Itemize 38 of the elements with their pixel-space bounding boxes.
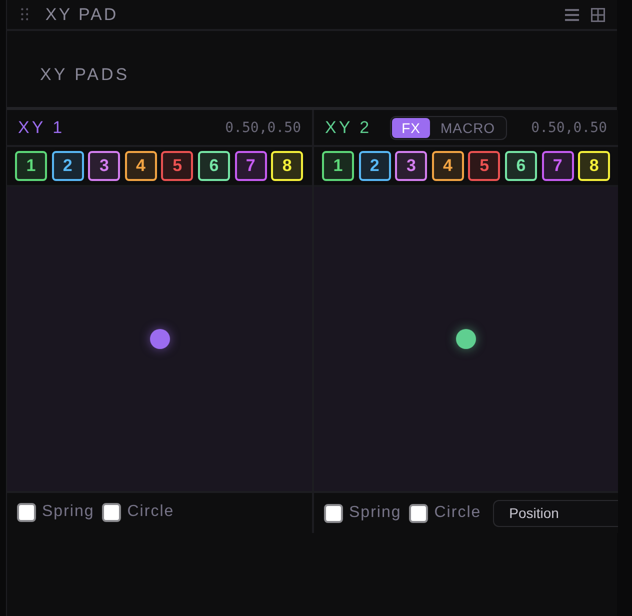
menu-icon[interactable]	[565, 8, 579, 20]
channel-button[interactable]: 8	[578, 151, 610, 181]
channel-button[interactable]: 5	[161, 151, 194, 181]
channel-button[interactable]: 2	[52, 151, 84, 181]
checkbox-label[interactable]: Spring	[349, 504, 402, 522]
pad-title: XY 2	[325, 118, 372, 138]
channel-button[interactable]: 5	[468, 151, 500, 181]
pad-handle-dot[interactable]	[150, 329, 170, 349]
checkbox[interactable]	[409, 504, 428, 522]
channel-button[interactable]: 4	[124, 151, 157, 181]
drag-handle-icon[interactable]	[21, 8, 28, 21]
section-title: XY PADS	[40, 65, 130, 85]
channel-button[interactable]: 2	[358, 151, 391, 181]
panel-title: XY PAD	[45, 4, 118, 24]
checkbox-label[interactable]: Circle	[127, 503, 174, 521]
channel-button[interactable]: 8	[271, 151, 304, 181]
position-readout: 0.50,0.50	[531, 120, 607, 136]
channel-button[interactable]: 6	[198, 151, 230, 181]
position-readout: 0.50,0.50	[225, 120, 301, 136]
channel-button[interactable]: 3	[395, 151, 428, 181]
channel-button[interactable]: 4	[432, 151, 464, 181]
checkbox[interactable]	[102, 502, 122, 522]
mode-toggle-option[interactable]: FX	[392, 118, 430, 138]
checkbox[interactable]	[17, 502, 36, 522]
grid-icon[interactable]	[591, 8, 605, 22]
channel-button[interactable]: 1	[15, 151, 47, 181]
channel-button[interactable]: 6	[504, 151, 537, 181]
channel-button[interactable]: 7	[542, 151, 574, 181]
pad-title: XY 1	[18, 118, 65, 138]
channel-button[interactable]: 1	[322, 151, 354, 181]
channel-button[interactable]: 3	[88, 151, 120, 181]
checkbox-label[interactable]: Spring	[42, 503, 94, 521]
mode-toggle-option[interactable]: MACRO	[430, 118, 506, 138]
channel-button[interactable]: 7	[234, 151, 267, 181]
checkbox-label[interactable]: Circle	[434, 504, 482, 522]
checkbox[interactable]	[324, 504, 343, 522]
target-select[interactable]: Position	[493, 500, 618, 526]
pad-handle-dot[interactable]	[456, 329, 476, 349]
